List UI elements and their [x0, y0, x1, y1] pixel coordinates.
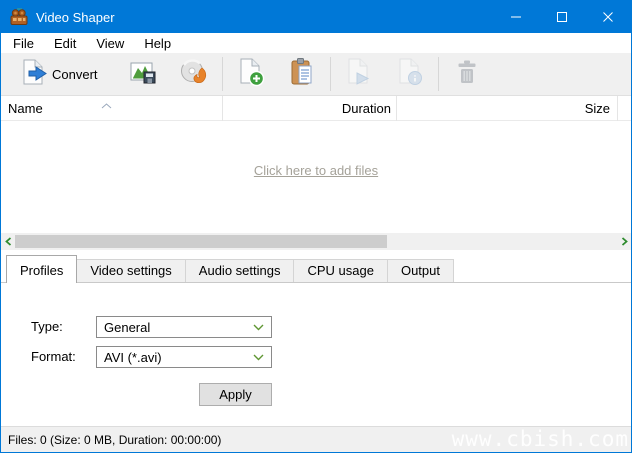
type-select-value: General [104, 320, 150, 335]
close-button[interactable] [585, 1, 631, 33]
tab-audio-settings[interactable]: Audio settings [185, 259, 295, 282]
chevron-down-icon [253, 354, 264, 361]
burn-disc-icon [179, 57, 209, 92]
toolbar: Convert [1, 53, 631, 96]
type-label: Type: [31, 319, 63, 334]
file-info-icon [395, 57, 425, 92]
delete-button[interactable] [446, 55, 488, 93]
save-snapshot-icon [128, 57, 158, 92]
scroll-right-icon[interactable] [617, 233, 631, 250]
window-title: Video Shaper [36, 10, 115, 25]
watermark: www.cbish.com [452, 427, 629, 451]
paste-button[interactable] [281, 55, 323, 93]
burn-disc-button[interactable] [173, 55, 215, 93]
title-bar[interactable]: Video Shaper [1, 1, 631, 33]
column-header-size[interactable]: Size [397, 96, 618, 121]
delete-icon [452, 57, 482, 92]
convert-label: Convert [52, 67, 98, 82]
chevron-down-icon [253, 324, 264, 331]
tab-video-settings[interactable]: Video settings [76, 259, 185, 282]
type-select[interactable]: General [96, 316, 272, 338]
add-file-icon [236, 57, 266, 92]
scroll-left-icon[interactable] [1, 233, 15, 250]
tab-output[interactable]: Output [387, 259, 454, 282]
file-list-header: Name Duration Size [1, 96, 631, 121]
file-list-body[interactable]: Click here to add files [1, 121, 631, 233]
app-icon [9, 7, 29, 27]
horizontal-scrollbar[interactable] [1, 233, 631, 250]
format-select[interactable]: AVI (*.avi) [96, 346, 272, 368]
play-file-icon [344, 57, 374, 92]
convert-icon [20, 57, 50, 92]
play-file-button[interactable] [338, 55, 380, 93]
menu-edit[interactable]: Edit [44, 34, 86, 53]
menu-view[interactable]: View [86, 34, 134, 53]
file-info-button[interactable] [389, 55, 431, 93]
settings-tabs: Profiles Video settings Audio settings C… [1, 250, 631, 282]
format-label: Format: [31, 349, 76, 364]
menu-bar: File Edit View Help [1, 33, 631, 53]
apply-button[interactable]: Apply [199, 383, 272, 406]
convert-button[interactable]: Convert [14, 55, 104, 93]
maximize-button[interactable] [539, 1, 585, 33]
status-text: Files: 0 (Size: 0 MB, Duration: 00:00:00… [8, 433, 221, 447]
column-header-name[interactable]: Name [1, 96, 223, 121]
column-header-duration[interactable]: Duration [223, 96, 397, 121]
format-select-value: AVI (*.avi) [104, 350, 162, 365]
add-files-link[interactable]: Click here to add files [254, 163, 378, 181]
minimize-button[interactable] [493, 1, 539, 33]
sort-ascending-icon [101, 97, 112, 112]
menu-file[interactable]: File [3, 34, 44, 53]
scrollbar-thumb[interactable] [15, 235, 387, 248]
toolbar-separator [438, 57, 439, 91]
menu-help[interactable]: Help [134, 34, 181, 53]
add-file-button[interactable] [230, 55, 272, 93]
toolbar-separator [330, 57, 331, 91]
tab-cpu-usage[interactable]: CPU usage [293, 259, 387, 282]
paste-icon [287, 57, 317, 92]
status-bar: Files: 0 (Size: 0 MB, Duration: 00:00:00… [1, 426, 631, 452]
save-snapshot-button[interactable] [122, 55, 164, 93]
profiles-panel: Type: General Format: AVI (*.avi) Apply [1, 282, 631, 426]
app-window: Video Shaper File Edit View Help [0, 0, 632, 453]
toolbar-separator [222, 57, 223, 91]
tab-profiles[interactable]: Profiles [6, 255, 77, 283]
